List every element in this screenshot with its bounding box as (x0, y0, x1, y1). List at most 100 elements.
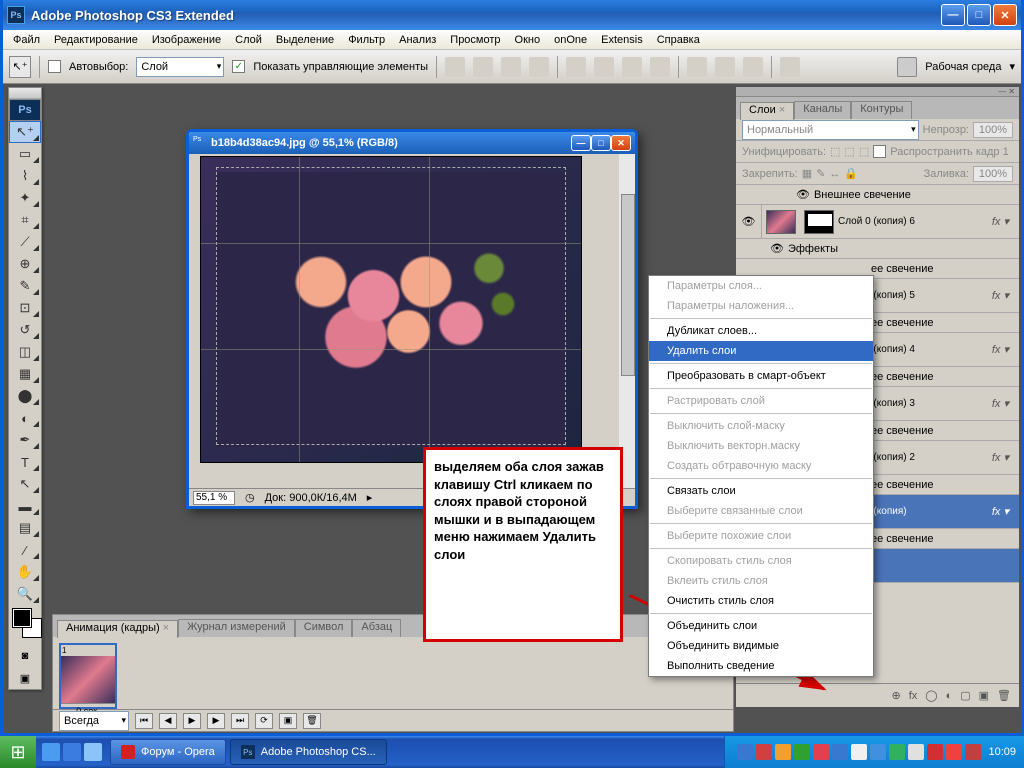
layer-thumbnail[interactable] (766, 210, 796, 234)
opacity-value[interactable]: 100% (973, 122, 1013, 138)
panel-tab[interactable]: Каналы (794, 101, 851, 119)
tray-icon[interactable] (870, 744, 886, 760)
visibility-icon[interactable]: 👁 (736, 205, 762, 238)
type-tool[interactable]: T (9, 451, 41, 473)
loop-dropdown[interactable]: Всегда (59, 711, 129, 731)
distribute-icon[interactable] (715, 57, 735, 77)
align-icon[interactable] (566, 57, 586, 77)
slice-tool[interactable]: ⟋ (9, 231, 41, 253)
quickmask-button[interactable]: ◙ (9, 645, 41, 667)
menu-extensis[interactable]: Extensis (595, 32, 649, 48)
unify-icon[interactable]: ⬚ (844, 145, 854, 158)
menu-изображение[interactable]: Изображение (146, 32, 227, 48)
layer-row[interactable]: 👁Слой 0 (копия) 6fx ▾ (736, 205, 1019, 239)
folder-icon[interactable]: ▢ (960, 689, 970, 702)
gradient-tool[interactable]: ▦ (9, 363, 41, 385)
color-swatches[interactable] (9, 605, 41, 645)
stamp-tool[interactable]: ⊡ (9, 297, 41, 319)
hand-tool[interactable]: ✋ (9, 561, 41, 583)
context-menu-item[interactable]: Очистить стиль слоя (649, 591, 873, 611)
vertical-scrollbar[interactable] (619, 154, 635, 494)
shape-tool[interactable]: ▬ (9, 495, 41, 517)
fx-indicator[interactable]: fx ▾ (992, 505, 1009, 518)
context-menu-item[interactable]: Объединить видимые (649, 636, 873, 656)
eye-icon[interactable]: 👁 (796, 188, 810, 201)
crop-tool[interactable]: ⌗ (9, 209, 41, 231)
tray-icon[interactable] (737, 744, 753, 760)
quicklaunch-icon[interactable] (42, 743, 60, 761)
tray-icon[interactable] (832, 744, 848, 760)
fill-value[interactable]: 100% (973, 166, 1013, 182)
layer-name[interactable]: Слой 0 (копия) 6 (838, 216, 992, 227)
menu-выделение[interactable]: Выделение (270, 32, 340, 48)
show-controls-checkbox[interactable] (232, 60, 245, 73)
document-canvas[interactable] (201, 157, 581, 462)
anim-tab[interactable]: Абзац (352, 619, 401, 637)
tray-icon[interactable] (965, 744, 981, 760)
anim-tab[interactable]: Журнал измерений (178, 619, 295, 637)
mask-icon[interactable]: ◯ (925, 689, 937, 702)
menu-onone[interactable]: onOne (548, 32, 593, 48)
context-menu-item[interactable]: Преобразовать в смарт-объект (649, 366, 873, 386)
context-menu-item[interactable]: Дубликат слоев... (649, 321, 873, 341)
pen-tool[interactable]: ✒ (9, 429, 41, 451)
start-button[interactable]: ⊞ (0, 736, 36, 768)
fx-indicator[interactable]: fx ▾ (992, 397, 1009, 410)
trash-icon[interactable]: 🗑 (997, 689, 1011, 702)
eraser-tool[interactable]: ◫ (9, 341, 41, 363)
adjust-icon[interactable]: ◐ (946, 690, 953, 702)
tray-icon[interactable] (851, 744, 867, 760)
fx-icon[interactable]: fx (909, 690, 918, 702)
menu-справка[interactable]: Справка (651, 32, 706, 48)
align-icon[interactable] (529, 57, 549, 77)
dodge-tool[interactable]: ◐ (9, 407, 41, 429)
brush-tool[interactable]: ✎ (9, 275, 41, 297)
anim-tab[interactable]: Символ (295, 619, 353, 637)
prev-frame-button[interactable]: ◀ (159, 713, 177, 729)
delete-frame-button[interactable]: 🗑 (303, 713, 321, 729)
distribute-icon[interactable] (687, 57, 707, 77)
tray-icon[interactable] (775, 744, 791, 760)
align-icon[interactable] (622, 57, 642, 77)
eyedropper-tool[interactable]: ⁄ (9, 539, 41, 561)
screenmode-button[interactable]: ▣ (9, 667, 41, 689)
tween-button[interactable]: ⟳ (255, 713, 273, 729)
taskbar-task[interactable]: PsAdobe Photoshop CS... (230, 739, 387, 765)
autoselect-checkbox[interactable] (48, 60, 61, 73)
move-tool[interactable]: ↖⁺ (9, 121, 41, 143)
notes-tool[interactable]: ▤ (9, 517, 41, 539)
workspace-icon[interactable] (897, 57, 917, 77)
menu-анализ[interactable]: Анализ (393, 32, 442, 48)
wand-tool[interactable]: ✦ (9, 187, 41, 209)
panel-tab[interactable]: Слои× (740, 102, 794, 120)
menu-слой[interactable]: Слой (229, 32, 268, 48)
menu-редактирование[interactable]: Редактирование (48, 32, 144, 48)
tray-icon[interactable] (794, 744, 810, 760)
link-icon[interactable]: ⊕ (891, 689, 900, 702)
last-frame-button[interactable]: ⏭ (231, 713, 249, 729)
animation-frame[interactable]: 1 0 сек. (59, 643, 117, 709)
fx-indicator[interactable]: fx ▾ (992, 343, 1009, 356)
taskbar-task[interactable]: Форум - Opera (110, 739, 226, 765)
lock-icon[interactable]: 🔒 (844, 167, 858, 180)
lock-icon[interactable]: ↔ (829, 168, 840, 180)
align-icon[interactable] (445, 57, 465, 77)
marquee-tool[interactable]: ▭ (9, 143, 41, 165)
doc-close-button[interactable]: ✕ (611, 135, 631, 151)
unify-icon[interactable]: ⬚ (859, 145, 869, 158)
workspace-arrow-icon[interactable]: ▾ (1009, 60, 1015, 73)
panel-tab[interactable]: Контуры (851, 101, 912, 119)
maximize-button[interactable]: □ (967, 4, 991, 26)
healing-tool[interactable]: ⊕ (9, 253, 41, 275)
align-icon[interactable] (501, 57, 521, 77)
blur-tool[interactable]: ⬤ (9, 385, 41, 407)
first-frame-button[interactable]: ⏮ (135, 713, 153, 729)
path-select-tool[interactable]: ↖ (9, 473, 41, 495)
context-menu-item[interactable]: Связать слои (649, 481, 873, 501)
propagate-checkbox[interactable] (873, 145, 886, 158)
minimize-button[interactable]: — (941, 4, 965, 26)
tray-icon[interactable] (927, 744, 943, 760)
fx-indicator[interactable]: fx ▾ (992, 289, 1009, 302)
context-menu-item[interactable]: Выполнить сведение (649, 656, 873, 676)
new-frame-button[interactable]: ▣ (279, 713, 297, 729)
